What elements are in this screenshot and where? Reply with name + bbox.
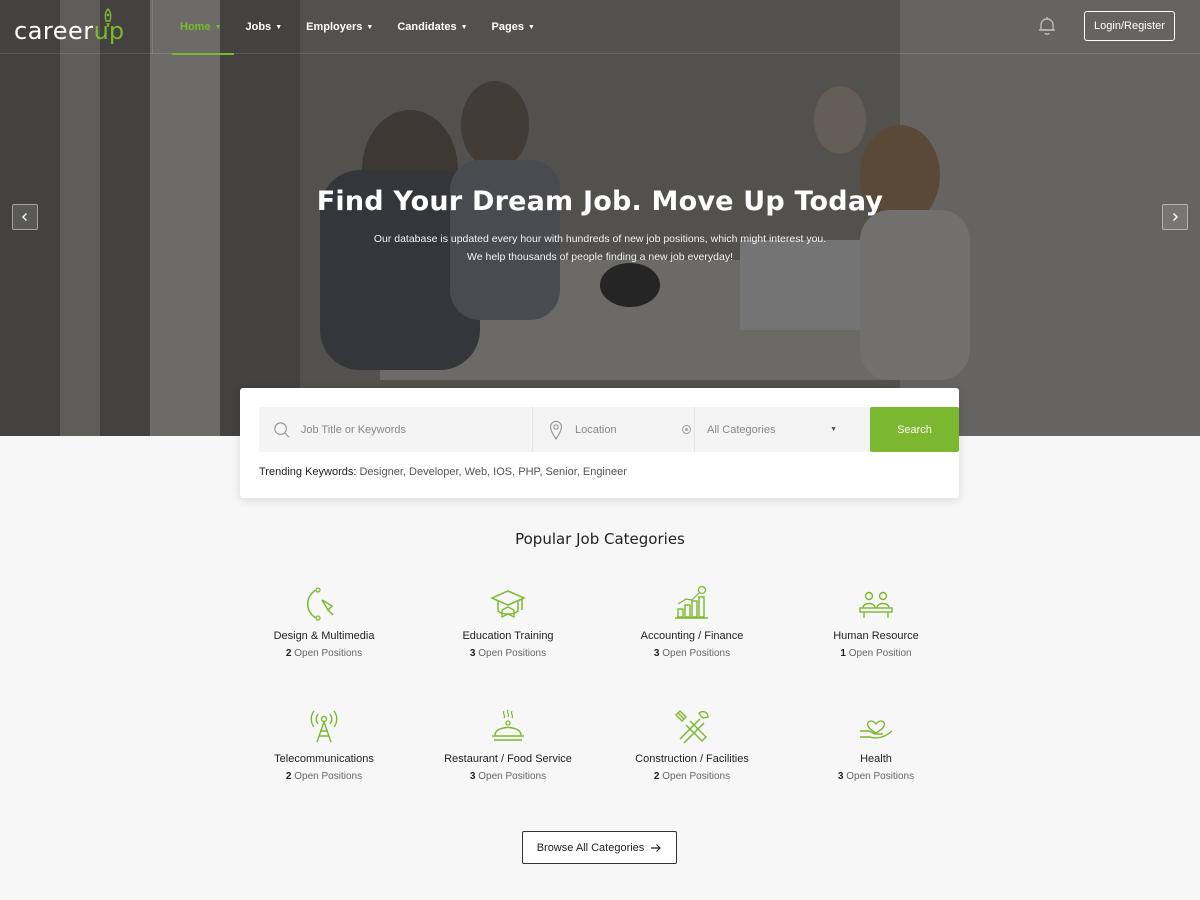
nav-item-label: Candidates	[397, 21, 457, 33]
arrow-right-icon	[651, 843, 662, 852]
category-count: 3 Open Positions	[653, 648, 731, 659]
trending-label: Trending Keywords:	[259, 466, 357, 478]
nav-item-label: Jobs	[245, 21, 272, 33]
category-name: Health	[860, 753, 892, 765]
main-menu: Home ▼ Jobs ▼ Employers ▼ Candidates ▼ Pages…	[172, 0, 547, 55]
nav-item-candidates[interactable]: Candidates ▼	[385, 0, 479, 54]
hero-overlay	[0, 0, 1200, 436]
keyword-input[interactable]	[300, 423, 532, 436]
browse-all-label: Browse All Categories	[536, 841, 645, 854]
category-name: Telecommunications	[274, 753, 374, 765]
location-field	[533, 407, 695, 452]
logo-text: career	[14, 17, 94, 45]
category-name: Restaurant / Food Service	[444, 753, 572, 765]
category-count: 2 Open Positions	[653, 771, 731, 782]
category-name: Human Resource	[833, 630, 919, 642]
category-count: 1 Open Position	[840, 648, 912, 659]
category-education-training[interactable]: Education Training 3 Open Positions	[416, 584, 600, 659]
category-name: Design & Multimedia	[273, 630, 375, 642]
chevron-down-icon: ▼	[275, 23, 283, 31]
map-pin-icon	[549, 420, 563, 440]
category-select[interactable]: All Categories ▼	[695, 407, 851, 452]
human-resource-icon	[859, 591, 893, 618]
category-human-resource[interactable]: Human Resource 1 Open Position	[784, 584, 968, 659]
locate-me-icon[interactable]	[681, 424, 692, 435]
antenna-tower-icon	[310, 710, 338, 743]
search-icon	[274, 421, 290, 438]
nav-item-home[interactable]: Home ▼	[172, 0, 234, 55]
category-name: Accounting / Finance	[640, 630, 744, 642]
job-search-card: All Categories ▼ Search Trending Keyword…	[240, 388, 959, 498]
category-count: 3 Open Positions	[469, 771, 547, 782]
graduation-cap-icon	[490, 590, 526, 619]
health-hand-icon	[860, 720, 893, 739]
nav-item-pages[interactable]: Pages ▼	[480, 0, 547, 54]
category-select-value: All Categories	[707, 423, 776, 436]
nav-item-employers[interactable]: Employers ▼	[294, 0, 385, 54]
category-name: Construction / Facilities	[635, 753, 749, 765]
login-register-button[interactable]: Login/Register	[1084, 11, 1175, 41]
nav-item-label: Employers	[306, 21, 363, 33]
category-count: 2 Open Positions	[285, 648, 363, 659]
rocket-icon	[104, 8, 112, 28]
hero-subtitle-line2: We help thousands of people finding a ne…	[467, 251, 733, 263]
hero-subtitle-line1: Our database is updated every hour with …	[373, 233, 827, 245]
category-count: 3 Open Positions	[469, 648, 547, 659]
category-health[interactable]: Health 3 Open Positions	[784, 707, 968, 782]
nav-item-label: Pages	[491, 21, 524, 33]
category-construction-facilities[interactable]: Construction / Facilities 2 Open Positio…	[600, 707, 784, 782]
bell-icon[interactable]	[1036, 15, 1058, 37]
search-button[interactable]: Search	[870, 407, 959, 452]
location-input[interactable]	[575, 423, 671, 436]
design-pen-icon	[307, 587, 334, 621]
nav-divider	[152, 0, 153, 54]
browse-all-categories-button[interactable]: Browse All Categories	[522, 831, 677, 864]
category-count: 3 Open Positions	[837, 771, 915, 782]
keyword-field	[259, 407, 533, 452]
cloche-icon	[492, 709, 524, 741]
top-navbar: career up Home ▼ Jobs ▼ Employers ▼ Candidat…	[0, 0, 1200, 55]
nav-item-label: Home	[180, 21, 211, 33]
chevron-left-icon	[22, 213, 27, 221]
tools-icon	[675, 710, 709, 744]
nav-item-jobs[interactable]: Jobs ▼	[234, 0, 295, 54]
section-title: Popular Job Categories	[515, 530, 685, 548]
category-telecommunications[interactable]: Telecommunications 2 Open Positions	[232, 707, 416, 782]
hero-subtitle: Our database is updated every hour with …	[0, 230, 1200, 266]
chevron-down-icon: ▼	[366, 23, 374, 31]
chevron-right-icon	[1173, 213, 1178, 221]
hero-banner	[0, 0, 1200, 436]
trending-keyword-list[interactable]: Designer, Developer, Web, IOS, PHP, Seni…	[359, 466, 626, 478]
chevron-down-icon: ▼	[460, 23, 468, 31]
trending-keywords: Trending Keywords: Designer, Developer, …	[259, 466, 627, 478]
category-accounting-finance[interactable]: Accounting / Finance 3 Open Positions	[600, 584, 784, 659]
slider-prev-button[interactable]	[12, 204, 38, 230]
chevron-down-icon: ▼	[527, 23, 535, 31]
search-bar: All Categories ▼ Search	[259, 407, 959, 452]
finance-chart-icon	[675, 585, 708, 619]
site-logo[interactable]: career up	[14, 8, 124, 46]
category-name: Education Training	[462, 630, 554, 642]
caret-down-icon: ▼	[830, 426, 837, 433]
slider-next-button[interactable]	[1162, 204, 1188, 230]
category-design-multimedia[interactable]: Design & Multimedia 2 Open Positions	[232, 584, 416, 659]
hero-title: Find Your Dream Job. Move Up Today	[316, 186, 884, 217]
category-restaurant-food[interactable]: Restaurant / Food Service 3 Open Positio…	[416, 707, 600, 782]
chevron-down-icon: ▼	[214, 23, 222, 31]
category-count: 2 Open Positions	[285, 771, 363, 782]
